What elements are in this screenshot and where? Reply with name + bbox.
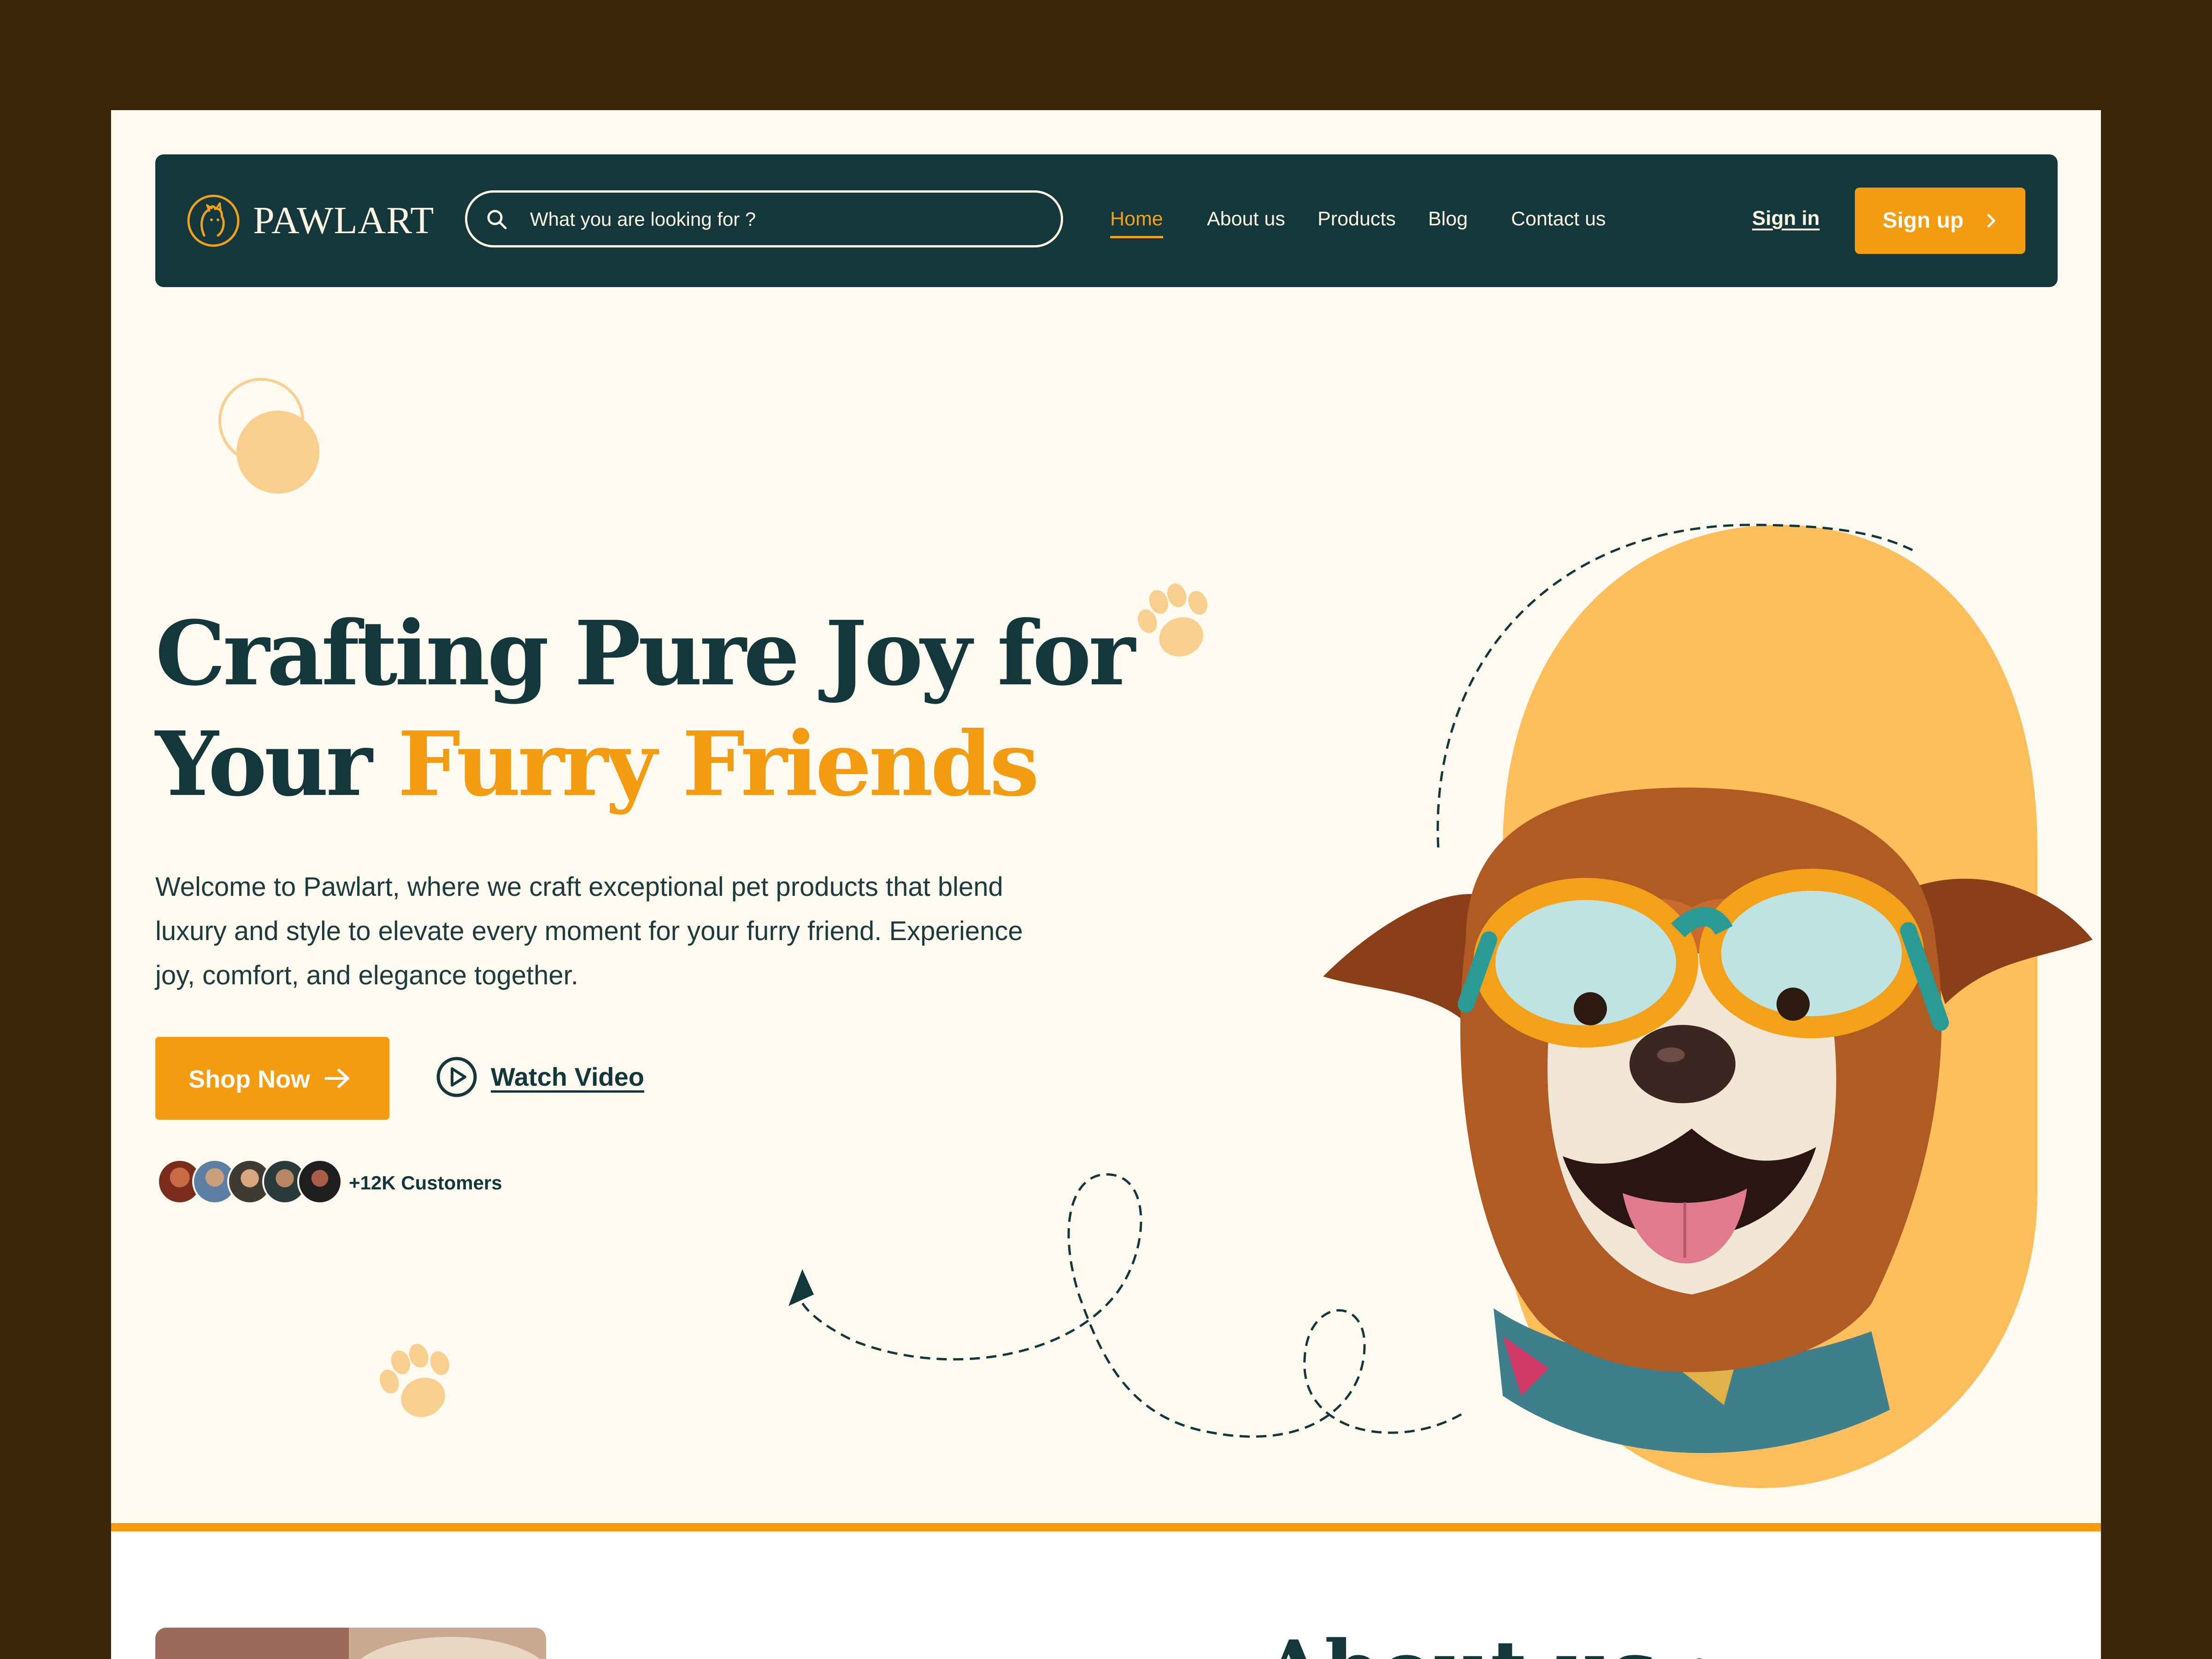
shop-now-button[interactable]: Shop Now: [155, 1037, 389, 1120]
hero-title-line-1: Crafting Pure Joy for: [155, 602, 1135, 706]
watch-video-label: Watch Video: [491, 1062, 644, 1091]
customer-count: +12K Customers: [349, 1172, 502, 1194]
nav-link-products[interactable]: Products: [1318, 206, 1396, 232]
hero-title-line-2: Your Furry Friends: [155, 709, 1169, 820]
hero-title-prefix: Your: [155, 712, 398, 816]
play-circle-icon: [436, 1057, 477, 1097]
about-section: About us :: [111, 1531, 2101, 1659]
about-heading: About us :: [1263, 1619, 1714, 1659]
about-image: [155, 1628, 546, 1659]
customer-avatars: [157, 1159, 342, 1208]
nav-link-contact[interactable]: Contact us: [1511, 206, 1606, 232]
nav-link-about[interactable]: About us: [1207, 206, 1285, 232]
search-bar[interactable]: [465, 190, 1063, 247]
hero-title-accent: Furry Friends: [398, 712, 1039, 816]
paw-print-icon: [380, 1344, 449, 1417]
hero-description: Welcome to Pawlart, where we craft excep…: [155, 872, 1023, 990]
logo-icon[interactable]: [186, 193, 241, 248]
search-input[interactable]: [529, 193, 1047, 246]
about-photo-icon: [155, 1628, 546, 1659]
shop-now-label: Shop Now: [188, 1065, 310, 1093]
arrow-right-icon: [324, 1069, 349, 1088]
sign-up-button[interactable]: Sign up: [1855, 188, 2025, 254]
brand-name[interactable]: PAWLART: [253, 193, 435, 248]
hero-title: Crafting Pure Joy for Your Furry Friends: [155, 599, 1169, 820]
landing-page: PAWLART Home About us Products Blog Cont…: [111, 110, 2101, 1659]
nav-link-home[interactable]: Home: [1110, 206, 1163, 238]
watch-video-link[interactable]: Watch Video: [435, 1054, 647, 1100]
nav-link-label: Home: [1110, 208, 1163, 230]
search-icon: [487, 210, 507, 229]
sign-up-label: Sign up: [1883, 208, 1964, 233]
avatar: [297, 1159, 342, 1204]
decorative-circles: [218, 378, 319, 494]
nav-link-blog[interactable]: Blog: [1428, 206, 1468, 232]
active-indicator: [1110, 236, 1163, 238]
top-navbar: PAWLART Home About us Products Blog Cont…: [155, 154, 2058, 287]
chevron-right-icon: [1987, 214, 1995, 228]
sign-in-link[interactable]: Sign in: [1752, 205, 1820, 232]
hero-dog-image: [1323, 524, 2093, 1488]
section-divider: [111, 1523, 2101, 1531]
